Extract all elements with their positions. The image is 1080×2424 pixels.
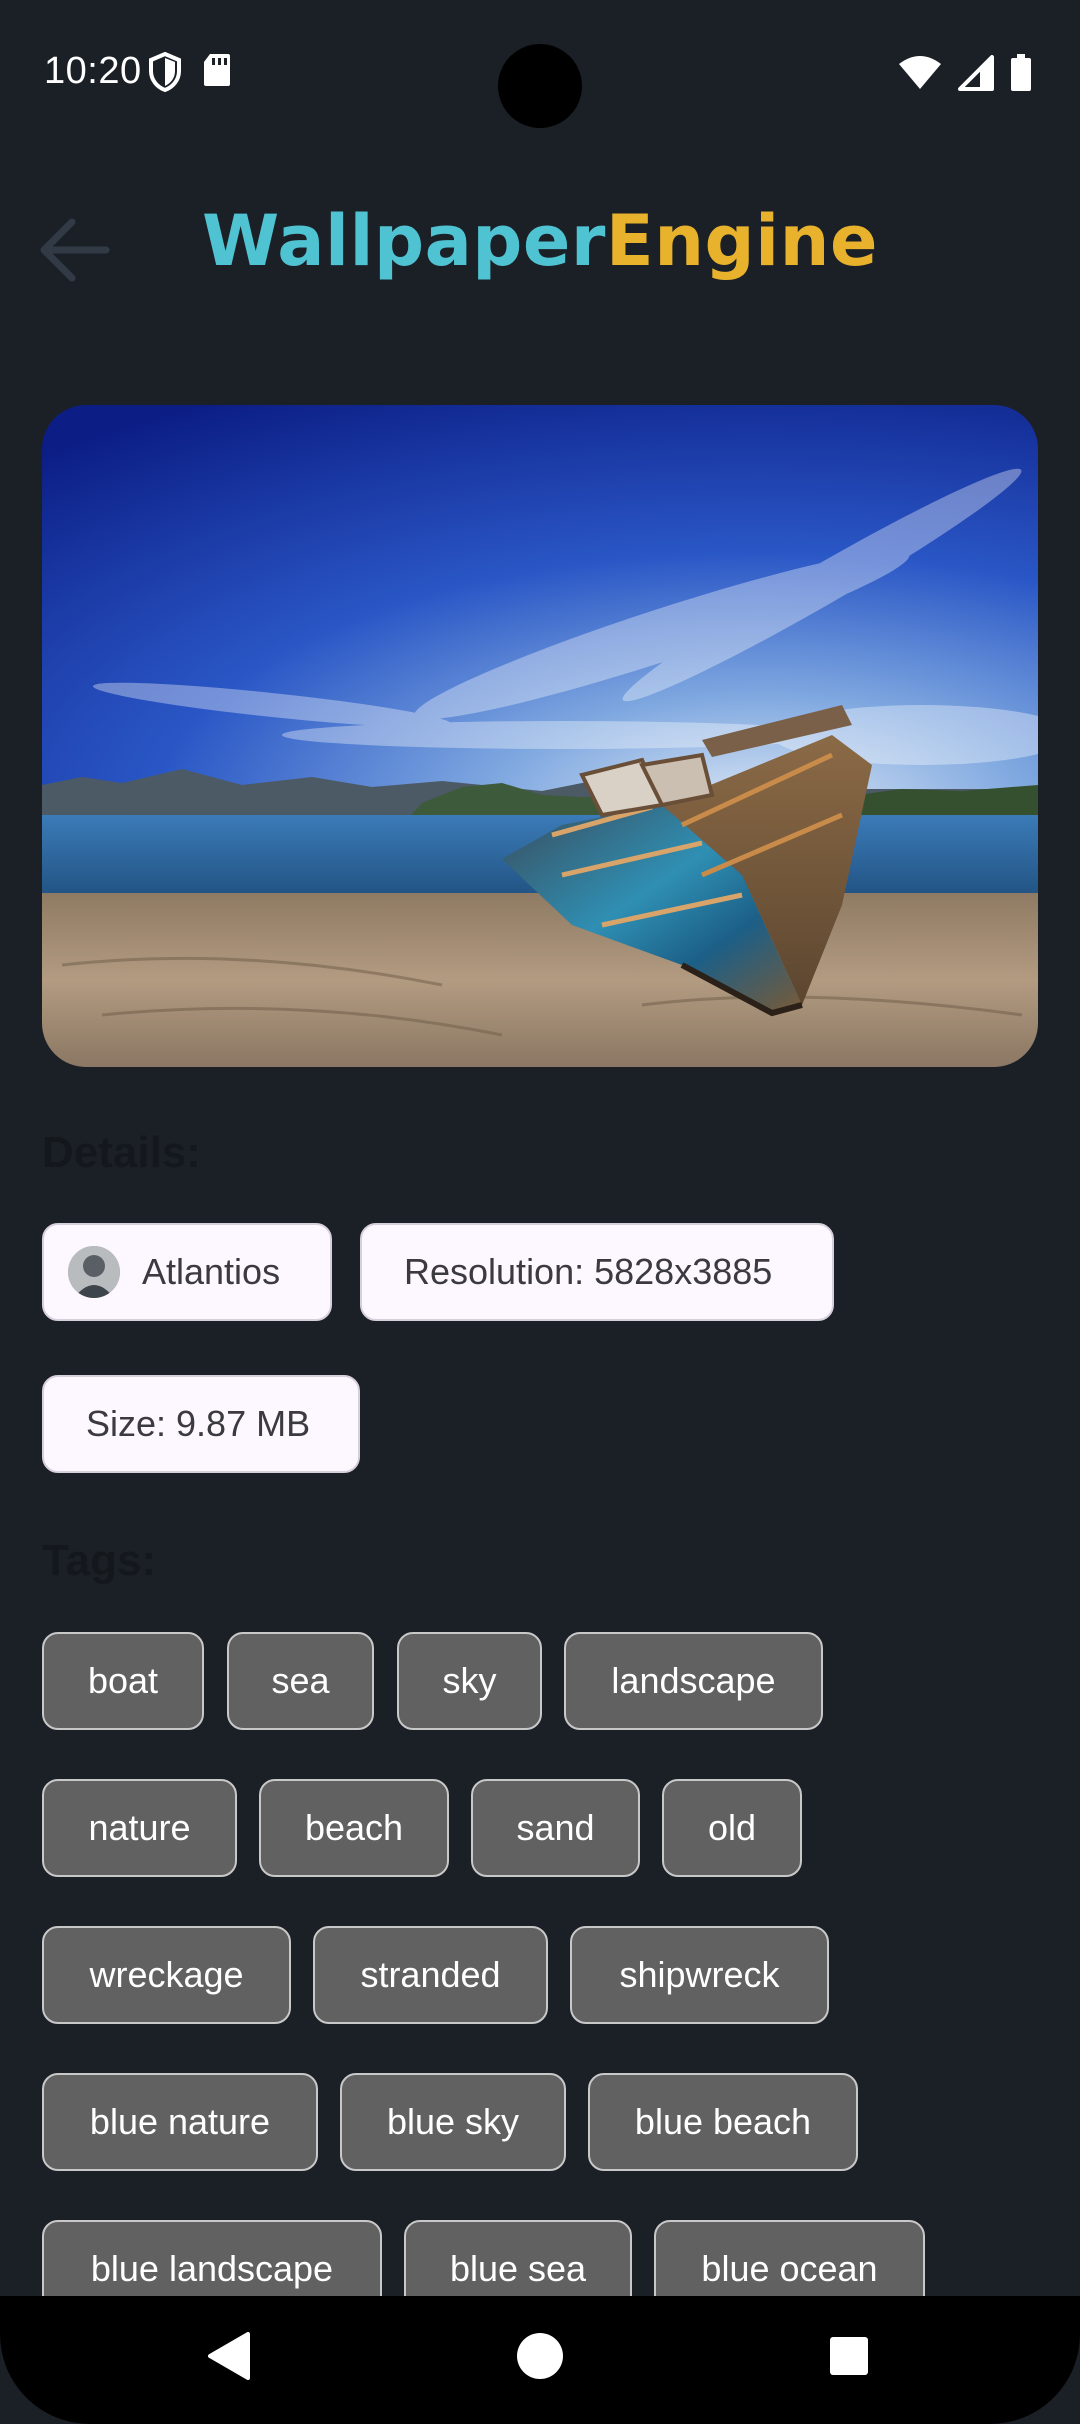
tag-chip[interactable]: shipwreck bbox=[570, 1926, 829, 2024]
app-bar: WallpaperEngine bbox=[0, 180, 1080, 310]
tag-chip[interactable]: boat bbox=[42, 1632, 204, 1730]
nav-recents-button[interactable] bbox=[819, 2326, 879, 2391]
app-title: WallpaperEngine bbox=[0, 200, 1080, 282]
sd-card-icon bbox=[204, 54, 230, 86]
status-right-icons bbox=[898, 54, 1032, 92]
tag-chip[interactable]: sea bbox=[227, 1632, 374, 1730]
author-name: Atlantios bbox=[142, 1251, 281, 1292]
tags-heading: Tags: bbox=[42, 1536, 157, 1585]
wallpaper-image[interactable] bbox=[42, 405, 1038, 1067]
recents-square-icon bbox=[830, 2337, 868, 2375]
tag-chip[interactable]: sky bbox=[397, 1632, 542, 1730]
details-heading: Details: bbox=[42, 1128, 201, 1177]
tag-chip[interactable]: stranded bbox=[313, 1926, 548, 2024]
status-bar: 10:20 bbox=[0, 0, 1080, 140]
home-circle-icon bbox=[517, 2333, 563, 2379]
size-chip[interactable]: Size: 9.87 MB bbox=[42, 1375, 360, 1473]
size-text: Size: 9.87 MB bbox=[86, 1403, 311, 1444]
tag-chip[interactable]: beach bbox=[259, 1779, 449, 1877]
shield-icon bbox=[149, 52, 181, 92]
phone-screen: 10:20 WallpaperEngine Details: Atlantios… bbox=[0, 0, 1080, 2424]
battery-icon bbox=[1011, 54, 1031, 91]
back-triangle-icon bbox=[208, 2332, 250, 2380]
avatar bbox=[68, 1246, 120, 1298]
nav-back-button[interactable] bbox=[200, 2326, 260, 2391]
tag-chip[interactable]: wreckage bbox=[42, 1926, 291, 2024]
status-left-icons bbox=[148, 52, 232, 92]
author-chip[interactable]: Atlantios bbox=[42, 1223, 332, 1321]
tag-chip[interactable]: sand bbox=[471, 1779, 640, 1877]
tag-chip[interactable]: blue beach bbox=[588, 2073, 858, 2171]
resolution-text: Resolution: 5828x3885 bbox=[404, 1251, 773, 1292]
app-title-engine: Engine bbox=[605, 200, 878, 282]
status-time: 10:20 bbox=[44, 50, 142, 92]
tag-chip[interactable]: blue nature bbox=[42, 2073, 318, 2171]
nav-home-button[interactable] bbox=[510, 2326, 570, 2391]
tag-chip[interactable]: nature bbox=[42, 1779, 237, 1877]
resolution-chip[interactable]: Resolution: 5828x3885 bbox=[360, 1223, 834, 1321]
front-camera bbox=[498, 44, 582, 128]
tag-chip[interactable]: landscape bbox=[564, 1632, 823, 1730]
app-title-wallpaper: Wallpaper bbox=[202, 200, 606, 282]
wifi-icon bbox=[899, 56, 941, 89]
tag-chip[interactable]: blue sky bbox=[340, 2073, 566, 2171]
cell-signal-icon bbox=[958, 55, 994, 91]
tag-chip[interactable]: old bbox=[662, 1779, 802, 1877]
system-nav-bar bbox=[0, 2296, 1080, 2424]
